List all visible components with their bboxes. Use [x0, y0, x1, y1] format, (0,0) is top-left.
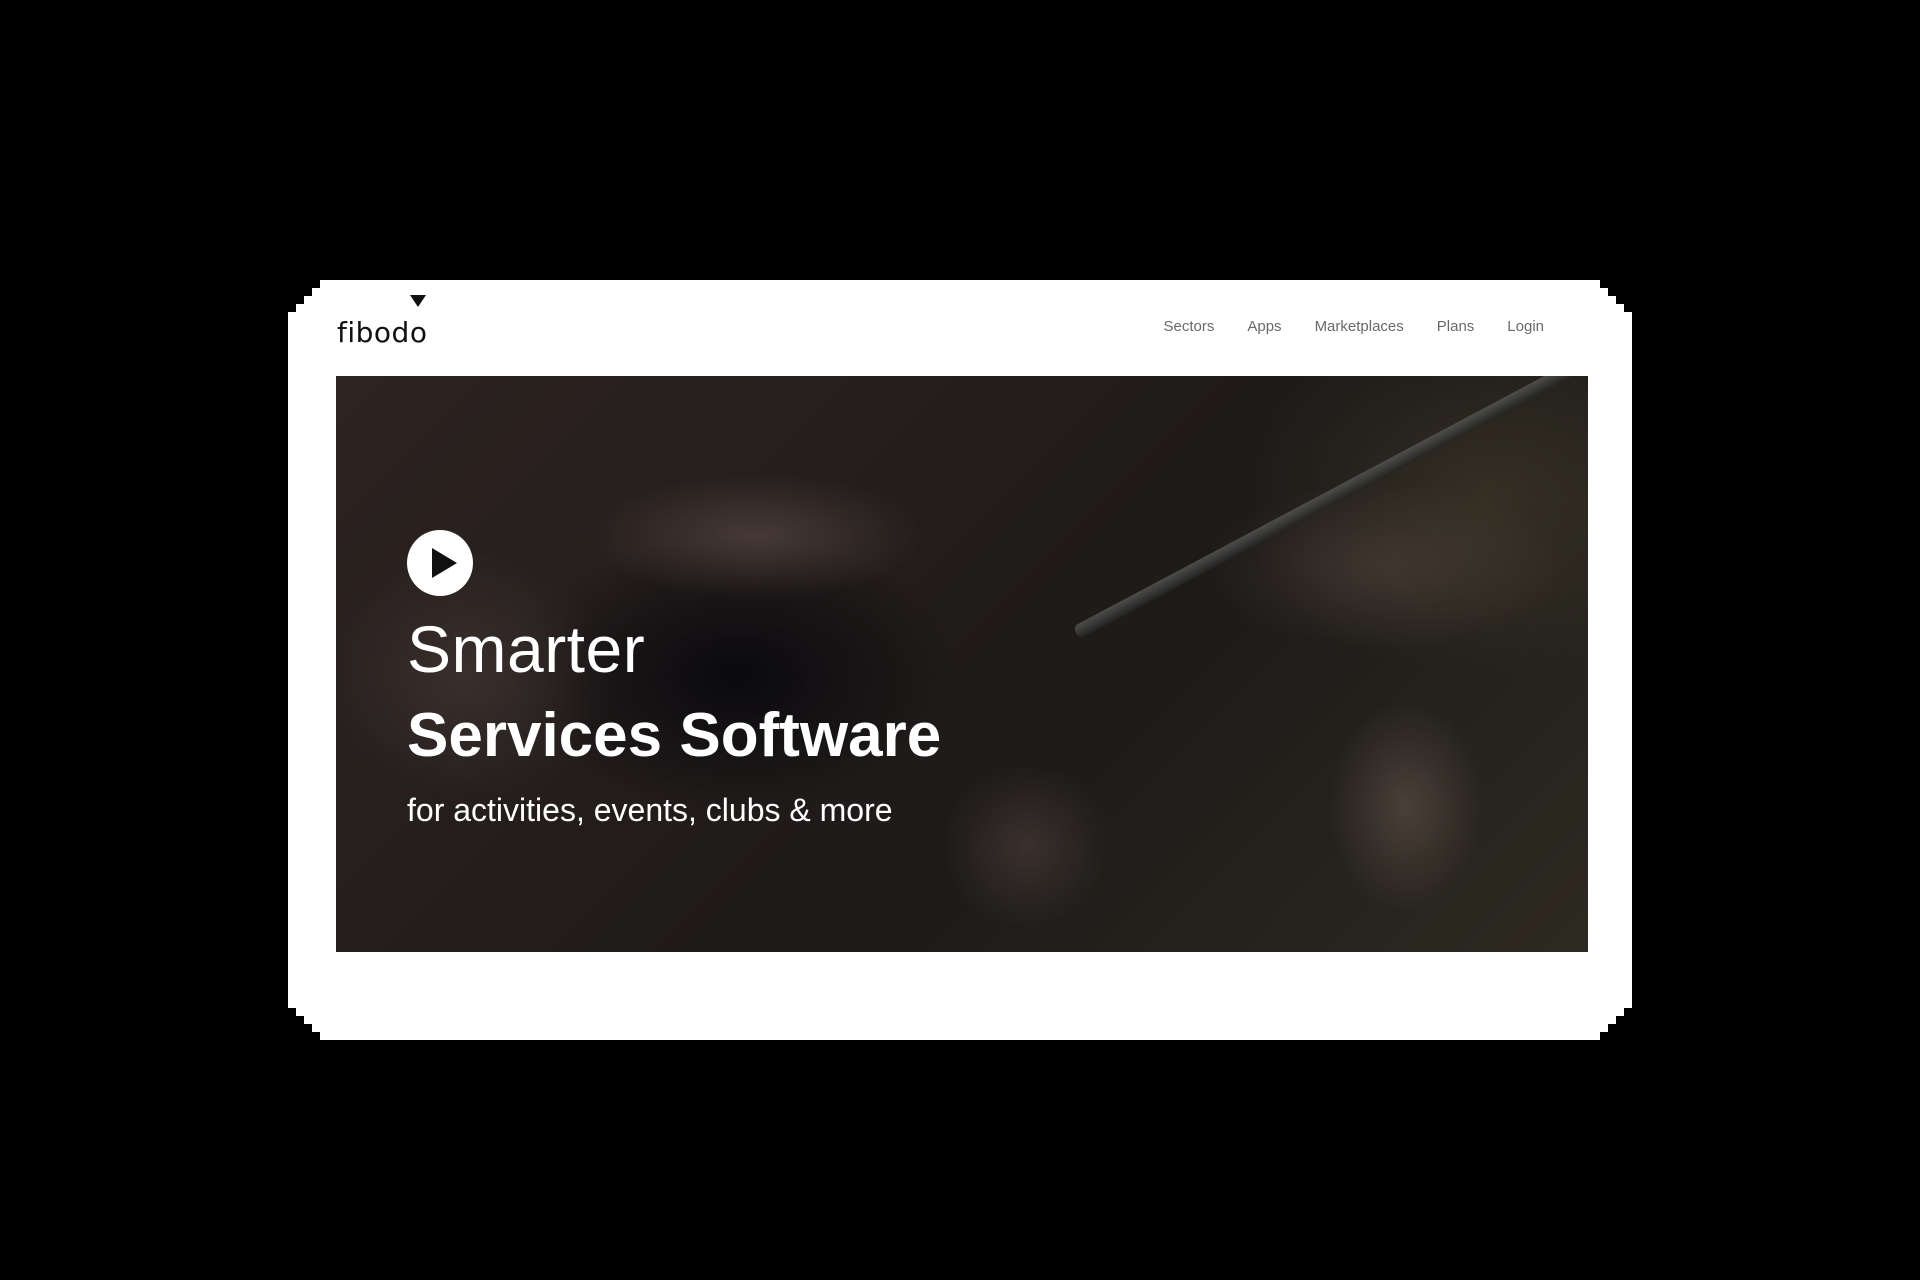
- nav-item-apps[interactable]: Apps: [1247, 318, 1281, 335]
- hero-video-banner[interactable]: Smarter Services Software for activities…: [336, 376, 1588, 952]
- brand-logo[interactable]: fibodo: [337, 295, 428, 349]
- hero-subheading: for activities, events, clubs & more: [407, 792, 893, 828]
- main-nav: Sectors Apps Marketplaces Plans Login: [1164, 318, 1545, 335]
- nav-item-login[interactable]: Login: [1507, 318, 1544, 335]
- logo-text: fibodo: [337, 316, 428, 349]
- play-icon: [432, 548, 457, 578]
- triangle-down-icon: [410, 295, 427, 307]
- browser-window: fibodo Sectors Apps Marketplaces Plans L…: [288, 280, 1632, 1040]
- nav-item-marketplaces[interactable]: Marketplaces: [1315, 318, 1404, 335]
- hero-heading-light: Smarter: [407, 612, 646, 686]
- hero-heading-bold: Services Software: [407, 701, 942, 770]
- top-navbar: fibodo Sectors Apps Marketplaces Plans L…: [288, 280, 1632, 376]
- nav-item-plans[interactable]: Plans: [1437, 318, 1475, 335]
- page-backdrop: fibodo Sectors Apps Marketplaces Plans L…: [0, 0, 1920, 1280]
- play-video-button[interactable]: [407, 530, 473, 596]
- hero-content: Smarter Services Software for activities…: [407, 530, 941, 834]
- nav-item-sectors[interactable]: Sectors: [1164, 318, 1215, 335]
